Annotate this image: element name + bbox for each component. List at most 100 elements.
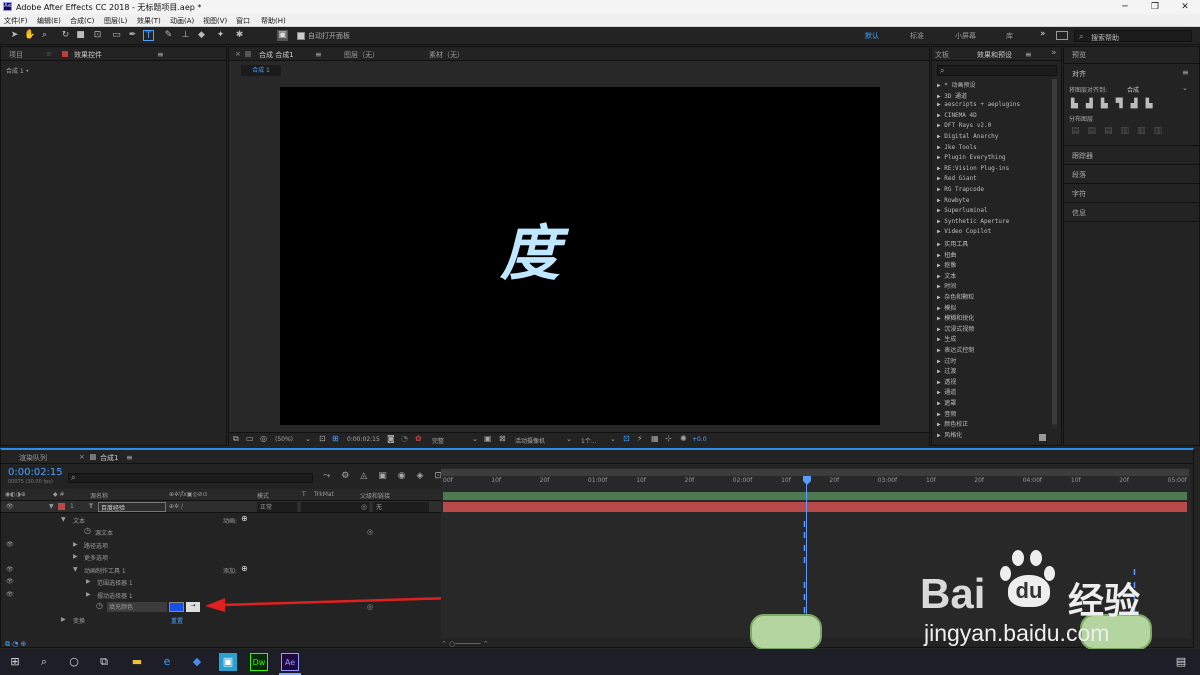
pickwhip-icon[interactable]: ◎ [367, 528, 373, 536]
chevron-down-icon[interactable]: ⌄ [305, 435, 311, 443]
chevron-down-icon[interactable]: ⌄ [610, 435, 616, 443]
app-icon[interactable]: ◆ [188, 653, 206, 671]
dreamweaver-icon[interactable]: Dw [250, 653, 268, 671]
layer-label-color[interactable] [58, 503, 65, 510]
menu-animation[interactable]: 动画(A) [170, 16, 194, 26]
toggle-pixel-aspect-icon[interactable]: ⊡ [623, 434, 630, 443]
chevron-down-icon[interactable]: ⌄ [1182, 84, 1188, 92]
more-workspaces-icon[interactable]: » [1040, 29, 1046, 39]
text-group-row[interactable]: ▼ 文本 动画: ⊕ [1, 514, 441, 526]
effects-category-item[interactable]: ▶ 音频 [937, 409, 956, 418]
keyframe-marker[interactable]: I [803, 557, 807, 565]
aftereffects-icon[interactable]: Ae [281, 653, 299, 671]
work-area-range[interactable] [443, 492, 1187, 500]
workspace-standard[interactable]: 标准 [910, 31, 924, 41]
tab-info[interactable]: 文板 [935, 50, 949, 60]
clone-stamp-tool-icon[interactable]: ⊥ [180, 30, 191, 41]
fill-color-swatch[interactable] [169, 602, 184, 612]
distribute-buttons[interactable]: ▤▤▤▥▥▥ [1071, 126, 1170, 136]
hand-tool-icon[interactable]: ✋ [24, 30, 35, 41]
tab-effect-controls[interactable]: 效果控件 [74, 50, 102, 60]
eyedropper-icon[interactable]: ⇢ [186, 602, 200, 612]
panel-menu-icon[interactable]: ≡ [157, 50, 164, 59]
workspace-default[interactable]: 默认 [865, 31, 879, 41]
work-area-bar[interactable] [441, 469, 1189, 476]
pan-behind-tool-icon[interactable]: ⊡ [92, 30, 103, 41]
effects-category-item[interactable]: ▶ Rowbyte [937, 197, 970, 204]
effects-category-item[interactable]: ▶ Red Giant [937, 175, 977, 182]
workspace-library[interactable]: 库 [1006, 31, 1013, 41]
snapping-icon[interactable]: ▣ [277, 30, 288, 41]
effects-category-item[interactable]: ▶ 遮罩 [937, 398, 956, 407]
region-of-interest-icon[interactable]: ▣ [484, 434, 492, 443]
resolution-select[interactable]: 完整 [432, 436, 444, 445]
effects-search-input[interactable]: ⌕ [937, 65, 1057, 76]
path-options-row[interactable]: 👁 ▶ 路径选项 [1, 539, 441, 551]
menu-view[interactable]: 视图(V) [203, 16, 227, 26]
flowchart-icon[interactable]: ⊹ [665, 434, 672, 443]
tab-effects-presets[interactable]: 效果和预设 [977, 50, 1012, 60]
keyframe-marker[interactable]: I [803, 532, 807, 540]
paragraph-panel-title[interactable]: 段落 [1072, 170, 1086, 180]
pickwhip-icon[interactable]: ◎ [361, 503, 367, 511]
notification-icon[interactable]: ▤ [1172, 653, 1190, 671]
edge-icon[interactable]: e [158, 653, 176, 671]
reset-exposure-icon[interactable]: ✺ [680, 434, 687, 443]
tab-project[interactable]: 项目 [9, 50, 23, 60]
tab-comp1-timeline[interactable]: 合成1 [100, 453, 118, 463]
roto-brush-tool-icon[interactable]: ✦ [215, 30, 226, 41]
comp-panel-menu-icon[interactable]: ≡ [315, 50, 322, 59]
animator-row[interactable]: 👁 ▼ 动画制作工具 1 添加: ⊕ [1, 564, 441, 576]
show-snapshot-icon[interactable]: ◔ [401, 434, 408, 443]
maximize-button[interactable]: ❐ [1140, 0, 1170, 14]
effects-category-item[interactable]: ▶ 抠像 [937, 260, 956, 269]
zoom-slider[interactable]: ⌃ ○────── ⌃ [441, 640, 489, 648]
layer-switches[interactable]: ⊕✲ / [169, 503, 183, 510]
effects-category-item[interactable]: ▶ 颜色校正 [937, 419, 968, 428]
effects-scrollbar[interactable] [1052, 79, 1057, 429]
windows-icon[interactable]: ⊞ [6, 653, 24, 671]
menu-help[interactable]: 帮助(H) [261, 16, 286, 26]
chevron-down-icon[interactable]: ⌄ [472, 435, 478, 443]
minimize-button[interactable]: ─ [1110, 0, 1140, 14]
effects-panel-menu-icon[interactable]: ≡ [1025, 50, 1032, 59]
effects-category-item[interactable]: ▶ 文本 [937, 271, 956, 280]
effects-category-item[interactable]: ▶ aescripts + aeplugins [937, 101, 1020, 108]
comp-subtab[interactable]: 合成 1 [241, 65, 281, 76]
effects-category-item[interactable]: ▶ Jke Tools [937, 144, 977, 151]
snapshot-icon[interactable]: ◙ [387, 434, 395, 443]
toggle-switches-icons[interactable]: ⧉ ◔ ⊕ [5, 640, 26, 649]
fast-preview-icon[interactable]: ⚡ [637, 434, 643, 443]
mask-icon[interactable]: ◎ [260, 434, 267, 443]
zoom-tool-icon[interactable]: ⌕ [39, 30, 50, 41]
eye-icon[interactable]: 👁 [6, 541, 14, 548]
transform-row[interactable]: ▶ 变换 重置 [1, 614, 441, 626]
layer-name-field[interactable]: 百度经验 [98, 502, 166, 512]
align-buttons[interactable]: ▙▟▙▜▟▙ [1071, 99, 1161, 109]
effects-category-item[interactable]: ▶ 3D 通道 [937, 91, 967, 100]
eye-icon[interactable]: 👁 [6, 591, 14, 598]
timeline-menu-icon[interactable]: ≡ [126, 453, 133, 462]
effects-category-item[interactable]: ▶ 模糊和锐化 [937, 313, 974, 322]
rectangle-tool-icon[interactable]: ▭ [111, 30, 122, 41]
effects-category-item[interactable]: ▶ Synthetic Aperture [937, 218, 1009, 225]
stopwatch-icon[interactable]: ◷ [96, 601, 103, 610]
effects-category-item[interactable]: ▶ 过渡 [937, 366, 956, 375]
effects-category-item[interactable]: ▶ RG Trapcode [937, 186, 984, 193]
effects-category-item[interactable]: ▶ 杂色和颗粒 [937, 292, 974, 301]
layer-duration-bar[interactable] [443, 502, 1187, 512]
trkmat-select[interactable] [301, 502, 369, 512]
workspace-toggle-icon[interactable] [1056, 31, 1068, 40]
pen-tool-icon[interactable]: ✒ [127, 30, 138, 41]
align-to-select[interactable]: 合成 [1127, 85, 1139, 94]
menu-layer[interactable]: 图层(L) [104, 16, 127, 26]
effects-category-item[interactable]: ▶ 表达式控制 [937, 345, 974, 354]
selection-tool-icon[interactable]: ➤ [9, 30, 20, 41]
close-button[interactable]: ✕ [1170, 0, 1200, 14]
effects-category-item[interactable]: ▶ 实用工具 [937, 239, 968, 248]
current-time-readout[interactable]: 0:00:02:15 [347, 436, 380, 443]
taskview-icon[interactable]: ⧉ [95, 653, 113, 671]
source-text-row[interactable]: ◷ 源文本 ◎ [1, 526, 441, 538]
help-search-box[interactable]: ⌕ 搜索帮助 [1074, 30, 1192, 42]
explorer-icon[interactable]: ▬ [128, 653, 146, 671]
